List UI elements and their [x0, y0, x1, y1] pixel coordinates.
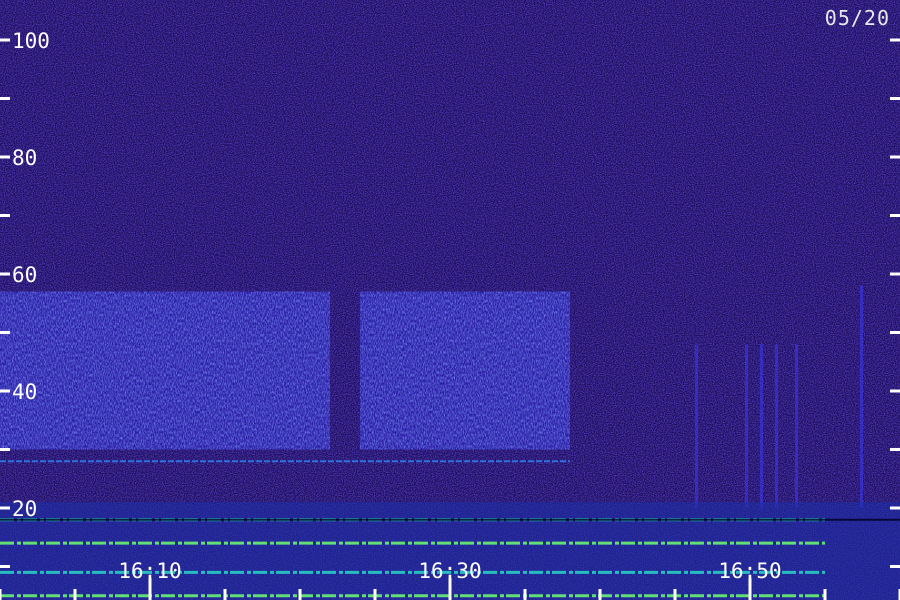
date-label: 05/20: [824, 6, 890, 30]
vertical-streak-5: [860, 285, 863, 508]
vertical-streak-1: [745, 344, 748, 508]
y-tick-label: 80: [12, 146, 37, 170]
vertical-streak-3: [775, 344, 778, 508]
y-tick-label: 60: [12, 263, 37, 287]
enhanced-band-texture-1: [360, 291, 570, 450]
x-tick-label: 16:50: [718, 559, 781, 583]
enhanced-band-texture-0: [0, 291, 330, 450]
spectrogram-view: 100 80 60 40 20 16:10 16:30 16:50 05/20: [0, 0, 900, 600]
vertical-streak-4: [795, 344, 798, 508]
y-tick-label: 20: [12, 497, 37, 521]
y-tick-label: 100: [12, 29, 50, 53]
vertical-streak-0: [695, 344, 698, 508]
spectrogram-plot: 100 80 60 40 20 16:10 16:30 16:50: [0, 0, 900, 600]
x-tick-label: 16:30: [418, 559, 481, 583]
y-tick-label: 40: [12, 380, 37, 404]
vertical-streak-2: [760, 344, 763, 508]
x-tick-label: 16:10: [118, 559, 181, 583]
